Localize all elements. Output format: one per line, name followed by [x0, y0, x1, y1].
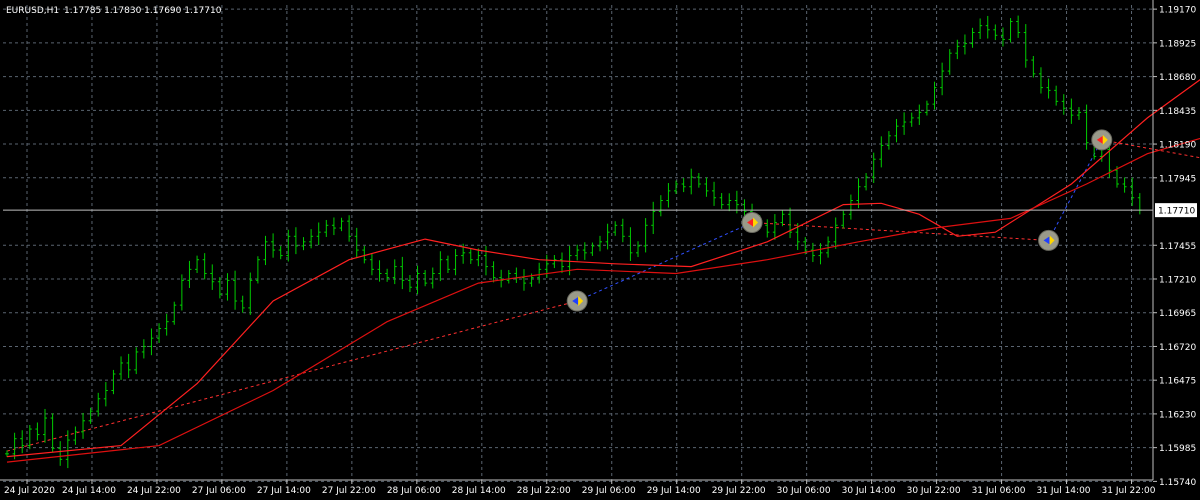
y-tick-label: 1.16230 [1159, 410, 1196, 420]
ohlc-label: 1.17785 1.17830 1.17690 1.17710 [64, 6, 222, 16]
symbol-label: EURUSD,H1 [6, 6, 59, 16]
x-tick-label: 29 Jul 06:00 [582, 486, 636, 496]
x-tick-label: 28 Jul 06:00 [387, 486, 441, 496]
x-tick-label: 24 Jul 2020 [4, 486, 55, 496]
x-tick-label: 27 Jul 22:00 [322, 486, 376, 496]
y-tick-label: 1.17455 [1159, 242, 1196, 252]
x-tick-label: 24 Jul 14:00 [62, 486, 116, 496]
x-tick-label: 30 Jul 14:00 [842, 486, 896, 496]
y-tick-label: 1.16965 [1159, 309, 1196, 319]
y-tick-label: 1.16475 [1159, 377, 1196, 387]
y-tick-label: 1.18435 [1159, 107, 1196, 117]
x-tick-label: 24 Jul 22:00 [127, 486, 181, 496]
x-tick-label: 31 Jul 14:00 [1037, 486, 1091, 496]
y-tick-label: 1.15740 [1159, 478, 1196, 488]
x-tick-label: 28 Jul 22:00 [517, 486, 571, 496]
y-tick-label: 1.17945 [1159, 174, 1196, 184]
y-tick-label: 1.16720 [1159, 343, 1196, 353]
x-tick-label: 31 Jul 22:00 [1102, 486, 1156, 496]
chart-canvas[interactable]: 1.17710 1.19170 1.18925 1.18680 1.18435 1.18… [0, 0, 1200, 500]
y-tick-label: 1.17210 [1159, 275, 1196, 285]
x-tick-label: 29 Jul 14:00 [647, 486, 701, 496]
x-tick-label: 30 Jul 06:00 [777, 486, 831, 496]
x-tick-label: 31 Jul 06:00 [972, 486, 1026, 496]
x-tick-label: 27 Jul 14:00 [257, 486, 311, 496]
x-tick-label: 29 Jul 22:00 [712, 486, 766, 496]
y-tick-label: 1.19170 [1159, 6, 1196, 16]
y-tick-label: 1.18190 [1159, 141, 1196, 151]
y-tick-label: 1.15985 [1159, 444, 1196, 454]
y-tick-label: 1.18680 [1159, 73, 1196, 83]
y-tick-label: 1.18925 [1159, 39, 1196, 49]
x-tick-label: 30 Jul 22:00 [907, 486, 961, 496]
current-price-label: 1.17710 [1158, 207, 1195, 217]
x-tick-label: 27 Jul 06:00 [192, 486, 246, 496]
x-tick-label: 28 Jul 14:00 [452, 486, 506, 496]
